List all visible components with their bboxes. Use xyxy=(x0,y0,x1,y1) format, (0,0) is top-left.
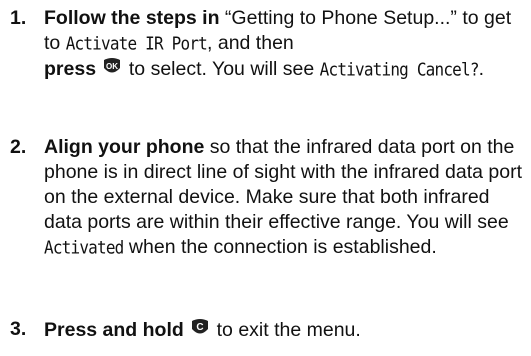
step-text: to select. You will see xyxy=(123,58,320,80)
step-action: press xyxy=(44,58,97,80)
step-number: 2. xyxy=(10,136,27,158)
ok-key-icon: OK xyxy=(101,56,123,78)
ok-key-label: OK xyxy=(106,62,118,71)
step-body: Align your phone so that the infrared da… xyxy=(44,135,527,260)
step-lead: Align your phone xyxy=(44,136,205,158)
step-number: 1. xyxy=(10,7,27,29)
step-text: , and then xyxy=(207,32,294,54)
step-3: 3. Press and hold C to exit the menu. xyxy=(10,317,527,343)
step-text: . xyxy=(478,58,485,80)
step-text: to exit the menu. xyxy=(211,319,361,341)
menu-item-name: Activate IR Port xyxy=(65,32,208,55)
clear-key-label: C xyxy=(197,322,204,333)
step-body: Follow the steps in “Getting to Phone Se… xyxy=(44,6,527,82)
step-2: 2. Align your phone so that the infrared… xyxy=(10,135,527,260)
step-lead: Press and hold xyxy=(44,319,184,341)
display-text: Activating Cancel? xyxy=(319,58,480,81)
step-1: 1. Follow the steps in “Getting to Phone… xyxy=(10,6,527,82)
step-number: 3. xyxy=(10,318,27,340)
step-text: when the connection is established. xyxy=(123,236,437,258)
step-body: Press and hold C to exit the menu. xyxy=(44,317,527,343)
instruction-page: 1. Follow the steps in “Getting to Phone… xyxy=(0,0,531,356)
clear-key-icon: C xyxy=(189,317,211,339)
display-text: Activated xyxy=(44,236,124,259)
step-lead: Follow the steps in xyxy=(44,7,220,29)
